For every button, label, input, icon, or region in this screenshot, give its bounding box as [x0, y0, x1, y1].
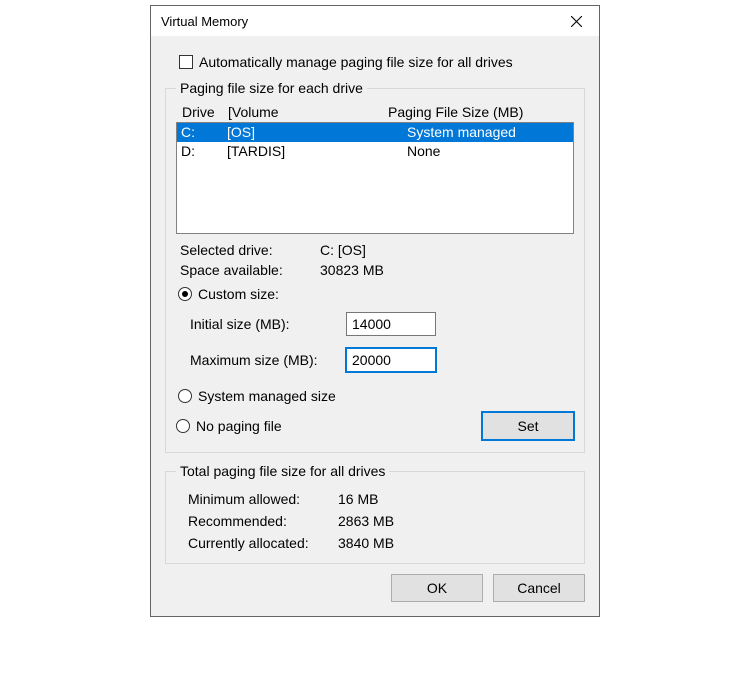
space-available-value: 30823 MB	[320, 262, 384, 278]
virtual-memory-dialog: Virtual Memory Automatically manage pagi…	[150, 5, 600, 617]
totals-group: Total paging file size for all drives Mi…	[165, 463, 585, 564]
row-pfs: None	[407, 142, 573, 161]
no-paging-radio[interactable]	[176, 419, 190, 433]
client-area: Automatically manage paging file size fo…	[151, 36, 599, 616]
auto-manage-checkbox[interactable]	[179, 55, 193, 69]
window-title: Virtual Memory	[161, 14, 248, 29]
current-label: Currently allocated:	[188, 535, 338, 551]
paging-per-drive-group: Paging file size for each drive Drive [V…	[165, 80, 585, 453]
maximum-size-input[interactable]	[346, 348, 436, 372]
custom-size-radio[interactable]	[178, 287, 192, 301]
no-paging-row: No paging file Set	[176, 412, 574, 440]
system-managed-label: System managed size	[198, 388, 336, 404]
selected-drive-value: C: [OS]	[320, 242, 366, 258]
hdr-pfs: Paging File Size (MB)	[388, 104, 574, 120]
maximum-size-row: Maximum size (MB):	[190, 346, 574, 374]
no-paging-radio-row[interactable]: No paging file	[176, 418, 282, 434]
no-paging-label: No paging file	[196, 418, 282, 434]
paging-per-drive-legend: Paging file size for each drive	[176, 80, 367, 96]
close-button[interactable]	[554, 6, 599, 36]
maximum-size-label: Maximum size (MB):	[190, 352, 346, 368]
dialog-buttons: OK Cancel	[165, 574, 585, 602]
min-allowed-value: 16 MB	[338, 491, 378, 507]
min-allowed-label: Minimum allowed:	[188, 491, 338, 507]
system-managed-radio[interactable]	[178, 389, 192, 403]
space-available-row: Space available: 30823 MB	[176, 262, 574, 278]
row-drive: C:	[181, 123, 227, 142]
auto-manage-label: Automatically manage paging file size fo…	[199, 54, 513, 70]
hdr-volume: [Volume	[228, 104, 388, 120]
ok-button[interactable]: OK	[391, 574, 483, 602]
cancel-button[interactable]: Cancel	[493, 574, 585, 602]
current-value: 3840 MB	[338, 535, 394, 551]
totals-legend: Total paging file size for all drives	[176, 463, 389, 479]
selected-drive-label: Selected drive:	[180, 242, 320, 258]
hdr-drive: Drive	[182, 104, 228, 120]
set-button[interactable]: Set	[482, 412, 574, 440]
row-volume: [TARDIS]	[227, 142, 407, 161]
drive-row[interactable]: C: [OS] System managed	[177, 123, 573, 142]
custom-size-radio-row[interactable]: Custom size:	[178, 286, 574, 302]
min-allowed-row: Minimum allowed: 16 MB	[184, 491, 574, 507]
space-available-label: Space available:	[180, 262, 320, 278]
row-volume: [OS]	[227, 123, 407, 142]
drive-list[interactable]: C: [OS] System managed D: [TARDIS] None	[176, 122, 574, 234]
initial-size-label: Initial size (MB):	[190, 316, 346, 332]
drive-row[interactable]: D: [TARDIS] None	[177, 142, 573, 161]
recommended-row: Recommended: 2863 MB	[184, 513, 574, 529]
close-icon	[571, 16, 582, 27]
custom-size-label: Custom size:	[198, 286, 279, 302]
initial-size-row: Initial size (MB):	[190, 310, 574, 338]
initial-size-input[interactable]	[346, 312, 436, 336]
recommended-value: 2863 MB	[338, 513, 394, 529]
drive-list-header: Drive [Volume Paging File Size (MB)	[176, 102, 574, 122]
selected-drive-row: Selected drive: C: [OS]	[176, 242, 574, 258]
row-pfs: System managed	[407, 123, 573, 142]
current-row: Currently allocated: 3840 MB	[184, 535, 574, 551]
auto-manage-row[interactable]: Automatically manage paging file size fo…	[179, 54, 585, 70]
row-drive: D:	[181, 142, 227, 161]
titlebar: Virtual Memory	[151, 6, 599, 36]
system-managed-radio-row[interactable]: System managed size	[178, 388, 574, 404]
recommended-label: Recommended:	[188, 513, 338, 529]
